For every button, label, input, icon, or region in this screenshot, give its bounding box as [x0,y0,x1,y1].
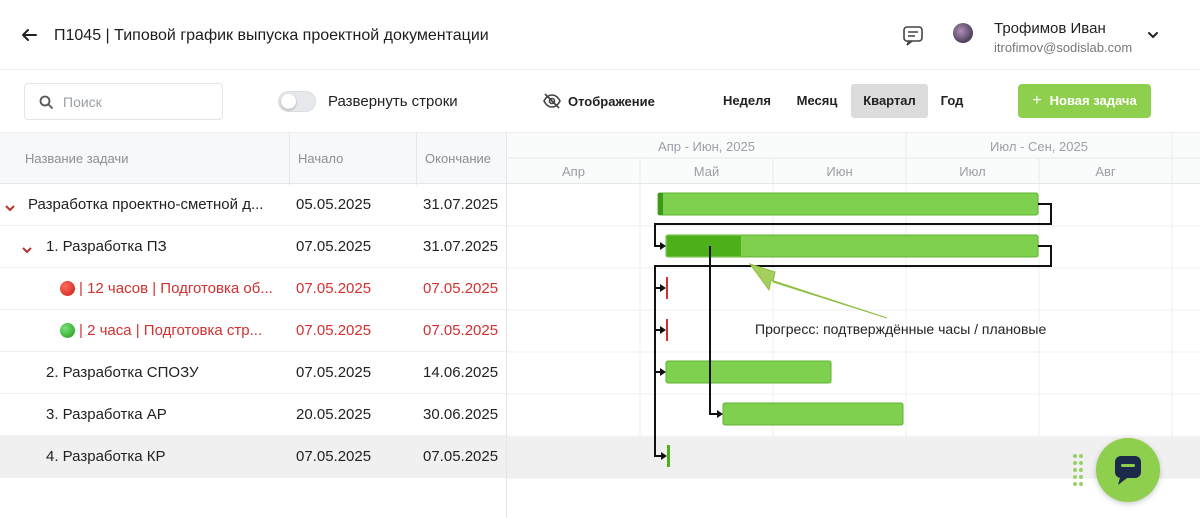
status-red-icon [60,281,75,296]
dependency-link [709,246,721,415]
task-name: | 12 часов | Подготовка об... [79,280,273,297]
scale-quarter-button[interactable]: Квартал [851,84,928,118]
expand-rows-label: Развернуть строки [328,93,458,110]
task-end: 31.07.2025 [423,196,499,213]
task-name: 2. Разработка СПОЗУ [46,364,199,381]
arrow-head [660,368,666,376]
gantt-bar[interactable] [657,192,1039,216]
new-task-button[interactable]: + Новая задача [1018,84,1151,118]
search-input[interactable] [63,92,213,112]
gantt-bar-progress [667,236,741,256]
chat-widget-button[interactable] [1096,438,1160,502]
arrow-head [660,284,666,292]
back-arrow-icon[interactable] [18,24,40,46]
dependency-link [654,330,664,373]
table-row[interactable]: Разработка проектно-сметной д... 05.05.2… [0,184,507,226]
gantt-milestone-bar[interactable] [667,445,670,467]
display-button[interactable]: Отображение [568,94,655,109]
comments-icon[interactable] [902,25,924,47]
task-start: 07.05.2025 [296,280,372,297]
table-row[interactable]: | 12 часов | Подготовка об... 07.05.2025… [0,268,507,310]
drag-handle-icon[interactable] [1072,453,1084,487]
task-start: 07.05.2025 [296,448,372,465]
toggle-knob [281,94,296,109]
chevron-down-icon[interactable] [1146,28,1160,42]
dependency-link [654,266,664,331]
task-end: 07.05.2025 [423,322,499,339]
user-email: itrofimov@sodislab.com [994,40,1133,55]
task-name: Разработка проектно-сметной д... [28,196,264,213]
table-row[interactable]: 1. Разработка ПЗ 07.05.2025 31.07.2025 [0,226,507,268]
gantt-milestone-bar[interactable] [666,319,668,341]
dependency-arrows [660,242,723,460]
arrow-head [660,326,666,334]
new-task-label: Новая задача [1049,93,1137,108]
column-header-name[interactable]: Название задачи [25,151,128,166]
annotation-text: Прогресс: подтверждённые часы / плановые [755,321,1047,337]
task-start: 05.05.2025 [296,196,372,213]
scale-week-button[interactable]: Неделя [711,84,783,118]
scale-month-button[interactable]: Месяц [785,84,849,118]
gantt-bar[interactable] [665,360,832,384]
task-end: 14.06.2025 [423,364,499,381]
page-title: П1045 | Типовой график выпуска проектной… [54,27,489,44]
grid-header: Название задачи Начало Окончание [0,132,507,185]
task-name: 1. Разработка ПЗ [46,238,167,255]
user-name[interactable]: Трофимов Иван [994,20,1106,37]
task-name: 4. Разработка КР [46,448,166,465]
column-divider[interactable] [416,133,417,185]
avatar[interactable] [953,23,973,43]
header: П1045 | Типовой график выпуска проектной… [0,0,1200,70]
task-name: | 2 часа | Подготовка стр... [79,322,263,339]
task-end: 07.05.2025 [423,448,499,465]
table-row[interactable]: | 2 часа | Подготовка стр... 07.05.2025 … [0,310,507,352]
task-end: 31.07.2025 [423,238,499,255]
arrow-head [660,242,666,250]
table-row[interactable]: 2. Разработка СПОЗУ 07.05.2025 14.06.202… [0,352,507,394]
gantt-bar-progress [658,193,663,215]
column-header-start[interactable]: Начало [298,151,343,166]
table-row[interactable]: 3. Разработка АР 20.05.2025 30.06.2025 [0,394,507,436]
column-header-end[interactable]: Окончание [425,151,491,166]
task-name: 3. Разработка АР [46,406,167,423]
expand-rows-toggle[interactable] [278,91,316,112]
task-start: 07.05.2025 [296,238,372,255]
arrow-head [717,410,723,418]
table-row[interactable]: 4. Разработка КР 07.05.2025 07.05.2025 [0,436,507,478]
eye-slash-icon[interactable] [543,93,561,109]
search-icon [39,95,53,109]
task-start: 07.05.2025 [296,322,372,339]
search-box [24,83,223,120]
gantt-milestone-bar[interactable] [666,277,668,299]
task-end: 07.05.2025 [423,280,499,297]
status-green-icon [60,323,75,338]
task-grid: Название задачи Начало Окончание Разрабо… [0,132,507,518]
column-divider[interactable] [289,133,290,185]
task-start: 20.05.2025 [296,406,372,423]
chevron-down-icon[interactable] [22,242,32,254]
task-start: 07.05.2025 [296,364,372,381]
chat-bubble-icon [1115,456,1141,485]
gantt-bar[interactable] [722,402,904,426]
plus-icon: + [1032,92,1042,109]
task-end: 30.06.2025 [423,406,499,423]
scale-year-button[interactable]: Год [930,84,974,118]
chevron-down-icon[interactable] [5,200,15,212]
